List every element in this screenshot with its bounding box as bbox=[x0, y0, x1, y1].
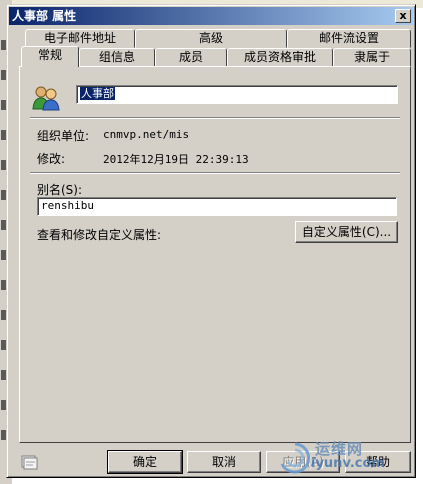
tab-group-information[interactable]: 组信息 bbox=[79, 48, 155, 67]
close-icon: x bbox=[399, 9, 407, 22]
separator bbox=[30, 117, 400, 119]
tab-member-of[interactable]: 隶属于 bbox=[333, 48, 411, 67]
close-button[interactable]: x bbox=[395, 9, 411, 23]
tab-general[interactable]: 常规 bbox=[21, 46, 79, 67]
custom-attributes-button[interactable]: 自定义属性(C)... bbox=[295, 221, 398, 243]
tab-label: 成员资格审批 bbox=[243, 50, 316, 64]
tab-advanced[interactable]: 高级 bbox=[135, 29, 287, 48]
watermark-url: iyunv.com bbox=[311, 456, 385, 471]
watermark: 运维网 iyunv.com bbox=[267, 438, 417, 478]
window-title: 人事部 属性 bbox=[12, 9, 77, 23]
ou-value: cnmvp.net/mis bbox=[103, 128, 190, 141]
alias-input[interactable]: renshibu bbox=[37, 197, 397, 216]
group-icon bbox=[32, 86, 60, 111]
modified-value: 2012年12月19日 22:39:13 bbox=[103, 153, 249, 166]
cancel-button[interactable]: 取消 bbox=[187, 451, 261, 473]
tab-members[interactable]: 成员 bbox=[155, 48, 227, 67]
tab-membership-approval[interactable]: 成员资格审批 bbox=[227, 48, 333, 67]
tab-label: 常规 bbox=[37, 48, 62, 62]
tab-mail-flow-settings[interactable]: 邮件流设置 bbox=[287, 29, 411, 48]
title-bar[interactable]: 人事部 属性 x bbox=[9, 7, 413, 25]
tab-label: 电子邮件地址 bbox=[43, 31, 116, 45]
separator bbox=[30, 172, 400, 174]
ou-label: 组织单位: bbox=[37, 129, 90, 143]
properties-page-icon bbox=[21, 455, 38, 470]
alias-label: 别名(S): bbox=[37, 183, 83, 197]
modified-label: 修改: bbox=[37, 152, 66, 166]
tab-label: 隶属于 bbox=[353, 50, 390, 64]
tab-label: 组信息 bbox=[98, 50, 135, 64]
tab-label: 邮件流设置 bbox=[318, 31, 379, 45]
general-tab-panel: 人事部 组织单位: cnmvp.net/mis 修改: 2012年12月19日 … bbox=[19, 66, 411, 443]
custom-attributes-label: 查看和修改自定义属性: bbox=[37, 228, 162, 242]
watermark-logo-icon bbox=[280, 442, 311, 474]
properties-dialog: 人事部 属性 x 电子邮件地址 高级 邮件流设置 常规 组信息 成员 成员资格审… bbox=[6, 4, 416, 478]
group-name-field[interactable]: 人事部 bbox=[76, 85, 398, 104]
group-name-value: 人事部 bbox=[80, 87, 115, 100]
tab-label: 成员 bbox=[178, 50, 203, 64]
tab-label: 高级 bbox=[198, 31, 223, 45]
ok-button[interactable]: 确定 bbox=[107, 450, 183, 474]
